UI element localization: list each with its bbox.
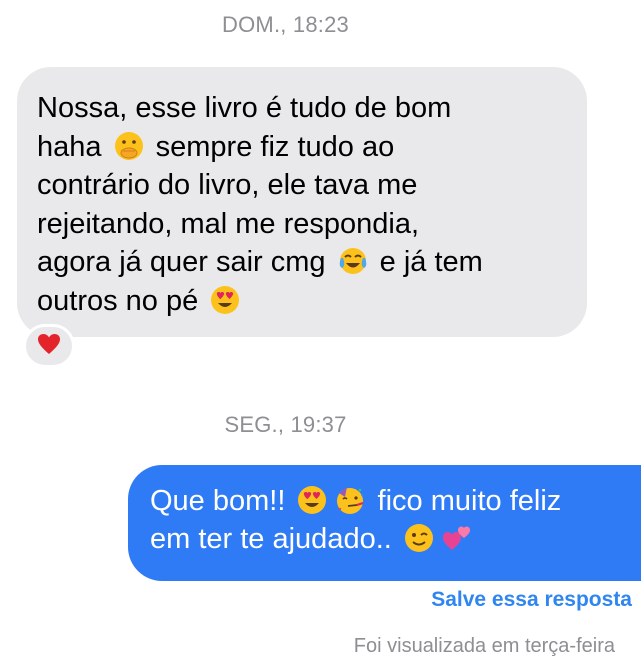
message-line: Que bom!! fico muito feliz [150, 485, 562, 517]
message-line: rejeitando, mal me respondia, [37, 207, 420, 240]
message-line: Nossa, esse livro é tudo de bom [37, 92, 452, 124]
incoming-message-bubble[interactable]: Nossa, esse livro é tudo de bom haha sem… [17, 67, 587, 337]
outgoing-message-bubble[interactable]: Que bom!! fico muito feliz em ter te aju… [128, 465, 641, 581]
message-line: contrário do livro, ele tava me [37, 169, 418, 202]
message-line: agora já quer sair cmg e já tem [37, 246, 483, 279]
timestamp-sunday: DOM., 18:23 [222, 12, 349, 37]
message-line: haha sempre fiz tudo ao [37, 130, 395, 163]
message-line: outros no pé [37, 282, 567, 321]
red-heart-icon [37, 333, 61, 360]
seen-status: Foi visualizada em terça-feira [353, 635, 615, 657]
heart-eyes-emoji [210, 285, 240, 315]
two-hearts-emoji [442, 523, 472, 553]
hand-over-mouth-emoji [114, 131, 144, 161]
partying-face-emoji [335, 485, 365, 515]
winking-face-emoji [404, 523, 434, 553]
timestamp-monday: SEG., 19:37 [224, 412, 347, 437]
tears-of-joy-emoji [338, 246, 368, 276]
reaction-badge[interactable] [23, 324, 75, 368]
heart-eyes-emoji [297, 485, 327, 515]
message-line: em ter te ajudado.. [150, 520, 641, 558]
save-reply-link[interactable]: Salve essa resposta [431, 588, 632, 612]
